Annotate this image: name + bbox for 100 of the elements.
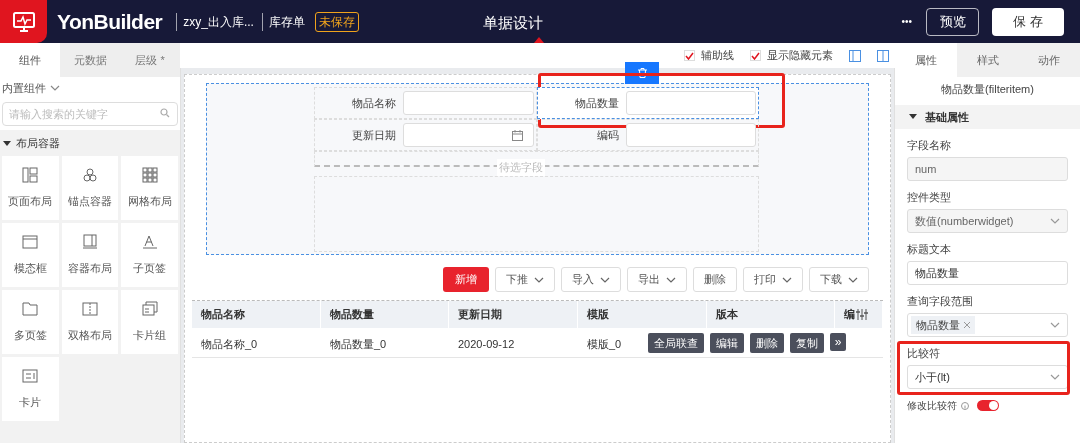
column-header: 物品数量 (330, 307, 374, 323)
subtab-layout-icon (141, 233, 158, 250)
panel-tab[interactable]: 元数据 (60, 43, 120, 77)
delete-button[interactable] (625, 62, 659, 84)
group-title[interactable]: 布局容器 (16, 134, 60, 152)
filter-item[interactable]: 更新日期 (314, 119, 537, 151)
page-title: 单据设计 (483, 13, 543, 33)
input-field[interactable] (625, 91, 756, 115)
monitor-icon (11, 10, 36, 33)
row-action-button[interactable]: 复制 (790, 333, 824, 353)
column-settings-icon (856, 309, 868, 320)
component-tile[interactable]: 双格布局 (61, 290, 119, 354)
column-header: 更新日期 (458, 307, 502, 323)
component-tile[interactable]: 模态框 (2, 223, 59, 287)
chevron-down-icon (1050, 322, 1060, 328)
date-field[interactable] (403, 123, 534, 147)
field-label: 字段名称 (907, 138, 952, 152)
chevron-down-icon (1050, 374, 1060, 380)
row-action-button[interactable]: 删除 (750, 333, 784, 353)
component-tile[interactable]: 卡片组 (121, 290, 178, 354)
component-tile[interactable]: 页面布局 (2, 156, 59, 220)
checkbox[interactable] (684, 50, 695, 61)
input-field[interactable]: num (907, 157, 1068, 181)
toolbar-button[interactable]: 打印 (743, 267, 803, 292)
table-cell: 物品数量_0 (330, 337, 387, 350)
column-layout-icon (849, 49, 861, 62)
panel-tab[interactable]: 组件 (0, 43, 60, 77)
panel-tab[interactable]: 层级 * (120, 43, 180, 77)
tag-select-field[interactable]: 物品数量 (907, 313, 1068, 337)
brand-logo: YonBuilder (57, 8, 163, 35)
row-action-button[interactable]: 全局联查 (648, 333, 704, 353)
panel-tab[interactable]: 动作 (1018, 43, 1080, 77)
more-button[interactable]: ••• (901, 14, 912, 29)
chevron-down-icon (600, 276, 610, 283)
chevron-down-icon (848, 276, 858, 283)
section-header[interactable]: 基础属性 (895, 105, 1080, 129)
field-label: 标题文本 (907, 242, 952, 256)
field-label: 比较符 (907, 346, 941, 360)
panel-tab[interactable]: 样式 (956, 43, 1019, 77)
toolbar-button[interactable]: 新增 (443, 267, 489, 292)
toolbar-button[interactable]: 导入 (561, 267, 621, 292)
app-name: zxy_出入库... (183, 13, 254, 31)
caret-down-icon (909, 114, 917, 120)
column-header: 编 (844, 307, 855, 323)
search-icon (160, 108, 170, 118)
document-name: 库存单 (268, 13, 305, 31)
pending-fields-label: 待选字段 (497, 159, 545, 176)
chevron-down-icon (782, 276, 792, 283)
toolbar-button[interactable]: 删除 (693, 267, 737, 292)
toolbar-button[interactable]: 下推 (495, 267, 555, 292)
toolbar-button[interactable]: 导出 (627, 267, 687, 292)
component-tile[interactable]: 锚点容器 (61, 156, 119, 220)
field-label: 查询字段范围 (907, 294, 974, 308)
option-label: 辅助线 (701, 48, 734, 64)
chevron-down-icon (1050, 218, 1060, 224)
component-tile[interactable]: 卡片 (2, 357, 59, 421)
toggle-switch[interactable] (977, 400, 999, 411)
column-header: 模版 (587, 307, 609, 323)
input-field[interactable] (625, 123, 756, 147)
field-label: 控件类型 (907, 190, 952, 204)
tag[interactable]: 物品数量 (911, 316, 975, 334)
column-header: 版本 (716, 307, 738, 323)
cardgroup-layout-icon (141, 300, 158, 317)
checkbox[interactable] (750, 50, 761, 61)
tabs-layout-icon (22, 300, 39, 317)
trash-icon (637, 68, 647, 78)
filter-item[interactable]: 物品名称 (314, 87, 537, 119)
modal-layout-icon (22, 233, 39, 250)
input-field[interactable] (403, 91, 534, 115)
calendar-icon (511, 129, 523, 141)
table-cell: 模版_0 (587, 337, 622, 350)
card-layout-icon (22, 367, 39, 384)
save-button[interactable]: 保 存 (992, 7, 1064, 36)
table-cell: 2020-09-12 (458, 337, 515, 350)
column-header: 物品名称 (201, 307, 245, 323)
column-layout-icon (877, 49, 889, 62)
close-icon (964, 322, 970, 328)
row-action-button[interactable]: 编辑 (710, 333, 744, 353)
split-layout-icon (82, 300, 98, 317)
page-layout-icon (22, 166, 39, 183)
check-icon (751, 51, 760, 60)
filter-item[interactable]: 物品数量 (536, 87, 759, 119)
component-tile[interactable]: 容器布局 (61, 223, 119, 287)
chevron-down-icon (666, 276, 676, 283)
toolbar-button[interactable]: 下载 (809, 267, 869, 292)
more-actions-button[interactable]: » (830, 333, 846, 351)
search-field[interactable]: 请输入搜索的关键字 (2, 102, 178, 126)
chevron-down-icon (534, 276, 544, 283)
grid-layout-icon (141, 166, 158, 183)
preview-button[interactable]: 预览 (926, 7, 979, 36)
source-dropdown[interactable]: 内置组件 (2, 79, 46, 97)
option-label: 显示隐藏元素 (767, 48, 833, 64)
component-tile[interactable]: 多页签 (2, 290, 59, 354)
unsaved-badge: 未保存 (314, 11, 359, 32)
input-field[interactable]: 物品数量 (907, 261, 1068, 285)
component-tile[interactable]: 网格布局 (121, 156, 178, 220)
filter-item[interactable]: 编码 (536, 119, 759, 151)
select-field[interactable]: 小于(lt) (907, 365, 1068, 389)
component-tile[interactable]: 子页签 (121, 223, 178, 287)
info-icon (961, 401, 969, 410)
